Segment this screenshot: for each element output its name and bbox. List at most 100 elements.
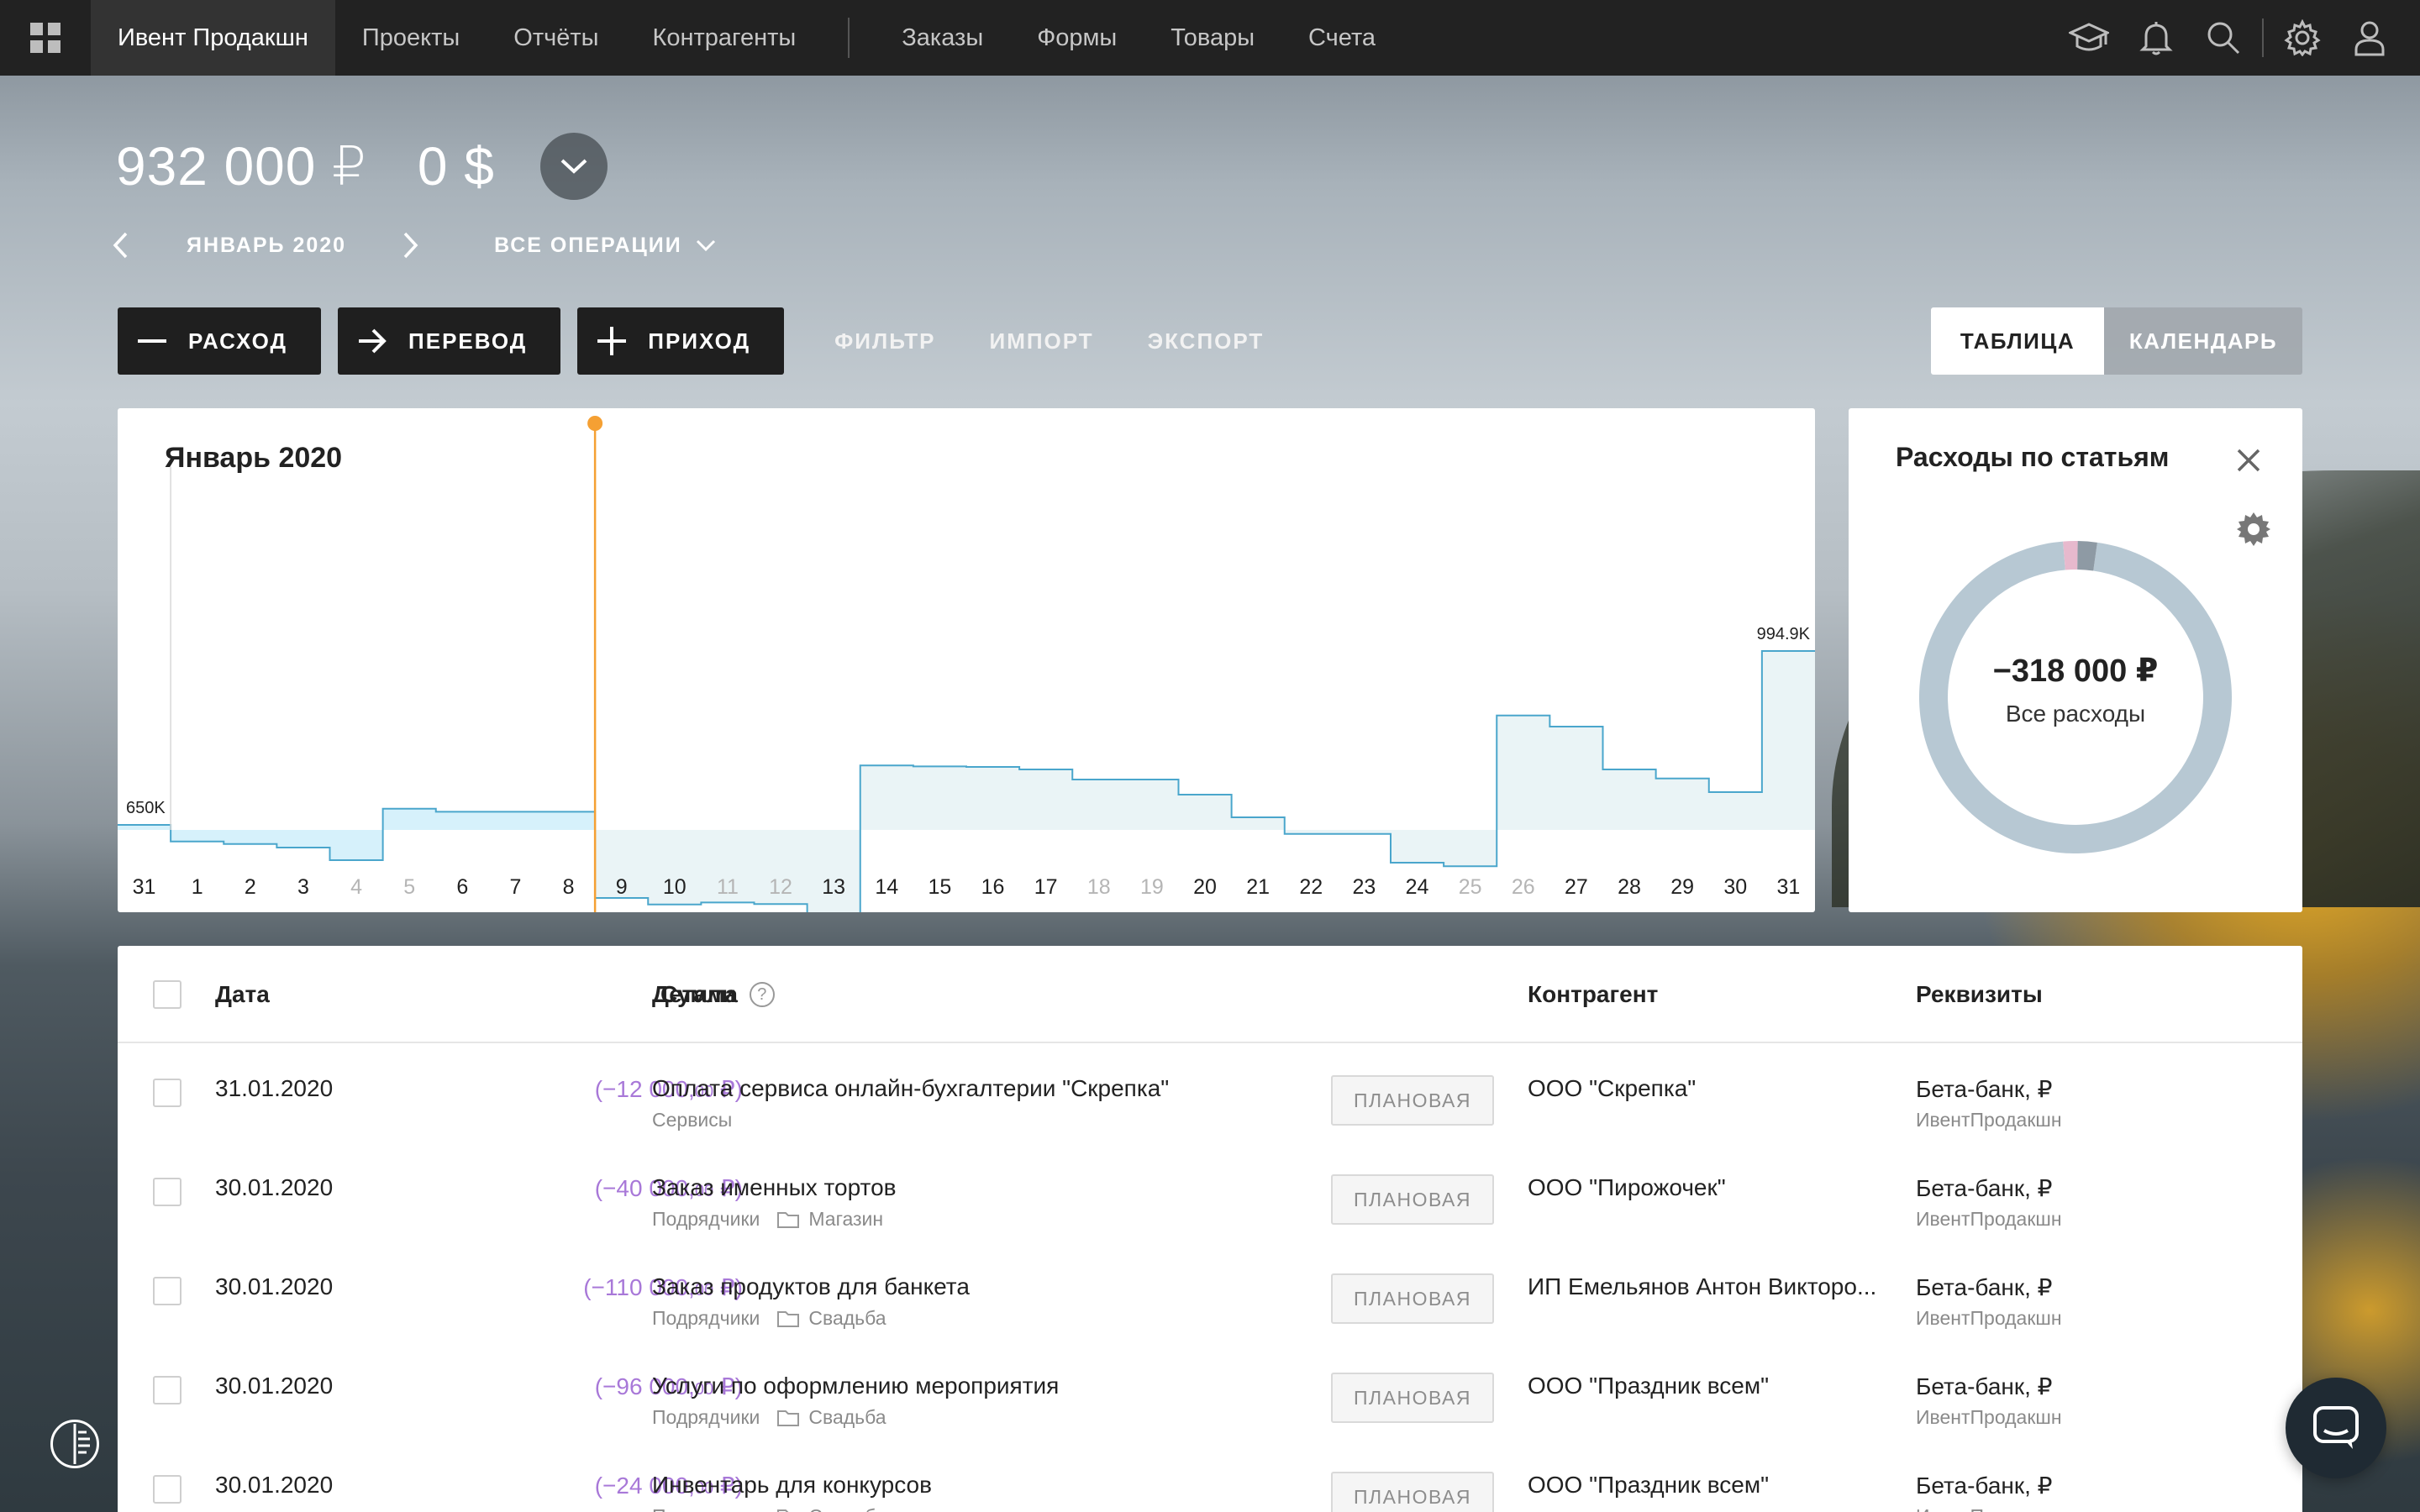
table-row[interactable]: 30.01.2020 (−96 000,00 ₽) Услуги по оформл… [118, 1342, 2302, 1441]
row-title[interactable]: Услуги по оформлению мероприятия [652, 1373, 1059, 1399]
expense-button[interactable]: РАСХОД [118, 307, 322, 375]
x-tick-label[interactable]: 8 [563, 875, 575, 899]
chat-support-button[interactable] [2286, 1378, 2386, 1478]
x-tick-label[interactable]: 25 [1459, 875, 1482, 899]
nav-contractors[interactable]: Контрагенты [625, 0, 823, 76]
today-marker-dot[interactable] [587, 416, 603, 431]
row-contractor[interactable]: ООО "Пирожочек" [1528, 1174, 1726, 1201]
filter-button[interactable]: ФИЛЬТР [834, 328, 935, 354]
apps-grid-icon[interactable] [0, 0, 91, 76]
chart-step-17[interactable] [1019, 768, 1072, 771]
balance-chart[interactable]: 650K994.9K31 1 2 3 4 5 6 7 8 9 10 11 12 13 14 15 16 17 18 1… [118, 408, 1815, 912]
help-icon[interactable]: ? [749, 982, 775, 1007]
x-tick-label[interactable]: 28 [1618, 875, 1641, 899]
chart-step-26[interactable] [1497, 714, 1549, 717]
x-tick-label[interactable]: 23 [1353, 875, 1376, 899]
x-tick-label[interactable]: 18 [1087, 875, 1111, 899]
row-contractor[interactable]: ИП Емельянов Антон Викторо... [1528, 1273, 1876, 1300]
chart-step-5[interactable] [383, 807, 436, 811]
chart-step-25[interactable] [1444, 864, 1497, 868]
x-tick-label[interactable]: 19 [1140, 875, 1164, 899]
x-tick-label[interactable]: 30 [1723, 875, 1747, 899]
operations-filter-dropdown[interactable]: ВСЕ ОПЕРАЦИИ [494, 234, 716, 258]
table-view-tab[interactable]: ТАБЛИЦА [1931, 307, 2104, 375]
next-month-button[interactable] [398, 228, 424, 262]
nav-company[interactable]: Ивент Продакшн [91, 0, 335, 76]
x-tick-label[interactable]: 11 [717, 875, 739, 899]
chart-step-29[interactable] [1656, 777, 1709, 780]
chart-step-11[interactable] [701, 900, 754, 904]
x-tick-label[interactable]: 1 [192, 875, 203, 899]
header-date[interactable]: Дата [215, 946, 270, 1043]
nav-goods[interactable]: Товары [1144, 0, 1281, 76]
prev-month-button[interactable] [108, 228, 133, 262]
chart-step-3[interactable] [276, 846, 329, 849]
logo-icon[interactable] [50, 1420, 99, 1468]
x-tick-label[interactable]: 26 [1512, 875, 1535, 899]
calendar-view-tab[interactable]: КАЛЕНДАРЬ [2104, 307, 2302, 375]
x-tick-label[interactable]: 5 [403, 875, 415, 899]
table-row[interactable]: 30.01.2020 (−40 000,00 ₽) Заказ именных то… [118, 1144, 2302, 1243]
x-tick-label[interactable]: 17 [1034, 875, 1058, 899]
row-checkbox[interactable] [153, 1079, 182, 1107]
expenses-donut[interactable] [1887, 511, 2264, 887]
x-tick-label[interactable]: 4 [350, 875, 362, 899]
chart-step-16[interactable] [966, 765, 1019, 769]
chart-step-15[interactable] [913, 764, 966, 768]
chart-step-10[interactable] [648, 903, 701, 906]
chart-step-19[interactable] [1125, 778, 1178, 781]
x-tick-label[interactable]: 27 [1565, 875, 1588, 899]
chart-step-21[interactable] [1232, 816, 1285, 819]
status-badge[interactable]: ПЛАНОВАЯ [1331, 1472, 1494, 1512]
x-tick-label[interactable]: 24 [1406, 875, 1429, 899]
row-checkbox[interactable] [153, 1277, 182, 1305]
x-tick-label[interactable]: 10 [663, 875, 687, 899]
chart-step-4[interactable] [330, 858, 383, 862]
chart-step-7[interactable] [489, 810, 542, 813]
chart-step-14[interactable] [860, 764, 913, 767]
x-tick-label[interactable]: 15 [929, 875, 952, 899]
chart-step-6[interactable] [436, 810, 489, 813]
nav-forms[interactable]: Формы [1010, 0, 1144, 76]
export-button[interactable]: ЭКСПОРТ [1148, 328, 1265, 354]
donut-segment[interactable] [1919, 541, 2232, 853]
graduation-cap-icon[interactable] [2055, 0, 2123, 76]
status-badge[interactable]: ПЛАНОВАЯ [1331, 1075, 1494, 1126]
x-tick-label[interactable]: 7 [509, 875, 521, 899]
header-requisites[interactable]: Реквизиты [1916, 946, 2043, 1043]
chart-step-31[interactable] [1762, 649, 1815, 653]
row-contractor[interactable]: ООО "Скрепка" [1528, 1075, 1696, 1102]
chart-step-28[interactable] [1603, 768, 1656, 771]
row-checkbox[interactable] [153, 1178, 182, 1206]
x-tick-label[interactable]: 3 [297, 875, 309, 899]
x-tick-label[interactable]: 9 [616, 875, 628, 899]
x-tick-label[interactable]: 29 [1670, 875, 1694, 899]
chart-step-0[interactable] [118, 823, 171, 827]
nav-reports[interactable]: Отчёты [487, 0, 625, 76]
x-tick-label[interactable]: 22 [1299, 875, 1323, 899]
table-row[interactable]: 31.01.2020 (−12 000,00 ₽) Оплата сервиса о… [118, 1045, 2302, 1144]
chart-step-24[interactable] [1391, 861, 1444, 864]
gear-icon[interactable] [2269, 0, 2336, 76]
status-badge[interactable]: ПЛАНОВАЯ [1331, 1373, 1494, 1423]
chart-step-2[interactable] [224, 843, 276, 846]
x-tick-label[interactable]: 14 [875, 875, 898, 899]
x-tick-label[interactable]: 16 [981, 875, 1005, 899]
select-all-checkbox[interactable] [153, 980, 182, 1009]
nav-projects[interactable]: Проекты [335, 0, 487, 76]
current-month[interactable]: ЯНВАРЬ 2020 [187, 234, 346, 258]
x-tick-label[interactable]: 13 [822, 875, 845, 899]
row-title[interactable]: Заказ продуктов для банкета [652, 1273, 970, 1300]
x-tick-label[interactable]: 21 [1246, 875, 1270, 899]
row-title[interactable]: Оплата сервиса онлайн-бухгалтерии "Скреп… [652, 1075, 1169, 1102]
row-checkbox[interactable] [153, 1376, 182, 1404]
row-title[interactable]: Инвентарь для конкурсов [652, 1472, 932, 1499]
nav-invoices[interactable]: Счета [1281, 0, 1402, 76]
status-badge[interactable]: ПЛАНОВАЯ [1331, 1174, 1494, 1225]
chart-step-20[interactable] [1179, 793, 1232, 796]
chart-step-23[interactable] [1338, 832, 1391, 836]
chart-step-8[interactable] [542, 810, 595, 813]
row-checkbox[interactable] [153, 1475, 182, 1504]
x-tick-label[interactable]: 6 [456, 875, 468, 899]
row-contractor[interactable]: ООО "Праздник всем" [1528, 1472, 1769, 1499]
